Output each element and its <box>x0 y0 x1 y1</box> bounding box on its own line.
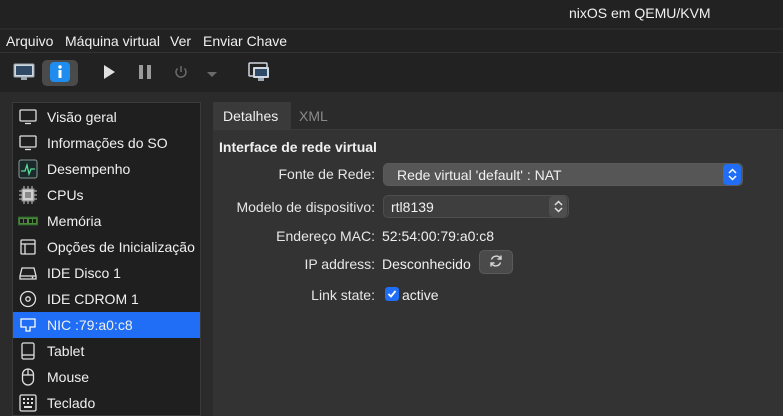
sidebar-item-label: NIC :79:a0:c8 <box>47 317 133 333</box>
network-source-select[interactable]: Rede virtual 'default' : NAT <box>383 163 743 186</box>
power-icon <box>173 64 189 83</box>
link-state-checkbox-label[interactable]: active <box>402 287 439 303</box>
boot-icon <box>18 237 38 257</box>
menu-ver[interactable]: Ver <box>170 33 191 49</box>
sidebar-item-visao-geral[interactable]: Visão geral <box>13 104 200 130</box>
ip-address-value: Desconhecido <box>382 256 471 272</box>
sidebar-item-mouse[interactable]: Mouse <box>13 364 200 390</box>
link-state-label: Link state: <box>311 287 375 303</box>
performance-icon <box>18 159 38 179</box>
memory-icon <box>18 211 38 231</box>
device-model-label: Modelo de dispositivo: <box>236 199 375 215</box>
mac-address-value: 52:54:00:79:a0:c8 <box>382 228 495 244</box>
tablet-icon <box>18 341 38 361</box>
mac-address-label: Endereço MAC: <box>276 228 375 244</box>
sidebar-item-tablet[interactable]: Tablet <box>13 338 200 364</box>
menu-arquivo[interactable]: Arquivo <box>6 33 53 49</box>
sidebar-item-ide-disco-1[interactable]: IDE Disco 1 <box>13 260 200 286</box>
cpu-icon <box>18 185 38 205</box>
window-title: nixOS em QEMU/KVM <box>569 5 711 21</box>
sidebar-item-label: Informações do SO <box>47 135 168 151</box>
sidebar-item-label: Opções de Inicialização <box>47 239 195 255</box>
sidebar-item-label: Memória <box>47 213 102 229</box>
sidebar-item-label: Mouse <box>47 369 90 385</box>
ip-address-label: IP address: <box>304 256 375 272</box>
sidebar-item-label: IDE Disco 1 <box>47 265 121 281</box>
sidebar-item-nic[interactable]: NIC :79:a0:c8 <box>13 312 200 338</box>
screenshot-icon <box>248 61 270 85</box>
section-title: Interface de rede virtual <box>219 139 377 155</box>
device-model-value: rtl8139 <box>391 198 434 215</box>
play-icon <box>101 64 117 83</box>
sidebar-item-label: IDE CDROM 1 <box>47 291 139 307</box>
checkmark-icon <box>387 286 397 302</box>
hardware-list: Visão geral Informações do SO Desempenho… <box>12 102 201 416</box>
sidebar-item-ide-cdrom-1[interactable]: IDE CDROM 1 <box>13 286 200 312</box>
tab-detalhes[interactable]: Detalhes <box>213 102 291 130</box>
keyboard-icon <box>18 393 38 413</box>
updown-arrows-icon <box>549 196 567 217</box>
menu-enviar-chave[interactable]: Enviar Chave <box>203 33 287 49</box>
menu-maquina-virtual[interactable]: Máquina virtual <box>65 33 160 49</box>
sidebar-item-cpus[interactable]: CPUs <box>13 182 200 208</box>
run-button[interactable] <box>96 60 122 86</box>
sidebar-item-label: Desempenho <box>47 161 131 177</box>
fullscreen-button[interactable] <box>244 60 274 86</box>
sidebar-item-label: Teclado <box>47 395 96 411</box>
disk-icon <box>18 263 38 283</box>
network-source-value: Rede virtual 'default' : NAT <box>397 166 562 183</box>
mouse-icon <box>18 367 38 387</box>
info-icon <box>50 61 70 85</box>
nic-icon <box>18 315 38 335</box>
shutdown-menu-button[interactable] <box>202 60 222 86</box>
menu-bar: Arquivo Máquina virtual Ver Enviar Chave <box>0 30 783 52</box>
pause-icon <box>137 64 153 83</box>
sidebar-item-teclado[interactable]: Teclado <box>13 390 200 415</box>
sidebar-item-opcoes-inicializacao[interactable]: Opções de Inicialização <box>13 234 200 260</box>
title-bar: nixOS em QEMU/KVM <box>0 0 783 28</box>
device-model-combo[interactable]: rtl8139 <box>383 195 569 218</box>
updown-arrows-icon <box>723 164 741 185</box>
sidebar-item-informacoes-so[interactable]: Informações do SO <box>13 130 200 156</box>
sidebar-item-label: Visão geral <box>47 109 117 125</box>
monitor-icon <box>13 63 35 84</box>
monitor-icon <box>18 107 38 127</box>
sidebar-item-memoria[interactable]: Memória <box>13 208 200 234</box>
console-button[interactable] <box>8 60 40 86</box>
details-button[interactable] <box>42 60 78 86</box>
refresh-ip-button[interactable] <box>479 250 513 274</box>
toolbar <box>0 52 783 92</box>
link-state-checkbox[interactable] <box>385 287 399 301</box>
cdrom-icon <box>18 289 38 309</box>
dropdown-arrow-icon <box>206 65 218 81</box>
tab-xml[interactable]: XML <box>289 102 338 130</box>
network-source-label: Fonte de Rede: <box>278 166 375 182</box>
sidebar-item-desempenho[interactable]: Desempenho <box>13 156 200 182</box>
shutdown-button[interactable] <box>168 60 194 86</box>
sidebar-item-label: CPUs <box>47 187 84 203</box>
tab-bar: Detalhes XML <box>213 102 783 130</box>
details-panel: Interface de rede virtual Fonte de Rede:… <box>213 130 783 416</box>
refresh-icon <box>488 253 504 272</box>
pause-button[interactable] <box>132 60 158 86</box>
monitor-icon <box>18 133 38 153</box>
sidebar-item-label: Tablet <box>47 343 85 359</box>
